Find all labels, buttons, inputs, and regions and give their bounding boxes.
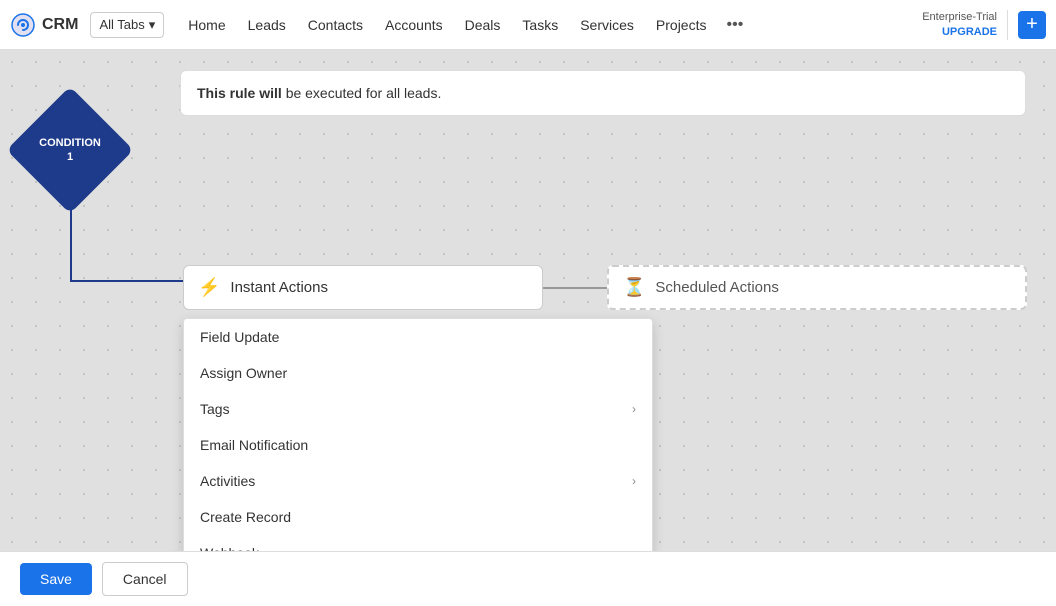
- info-text-bold: This rule will: [197, 85, 282, 101]
- instant-actions-box[interactable]: ⚡ Instant Actions: [183, 265, 543, 310]
- field-update-label: Field Update: [200, 329, 279, 345]
- email-notification-label: Email Notification: [200, 437, 308, 453]
- dropdown-item-webhook[interactable]: Webhook: [184, 535, 652, 551]
- nav-items: Home Leads Contacts Accounts Deals Tasks…: [178, 10, 918, 40]
- dropdown-item-create-record[interactable]: Create Record: [184, 499, 652, 535]
- scheduled-actions-box[interactable]: ⏳ Scheduled Actions: [607, 265, 1027, 310]
- nav-item-deals[interactable]: Deals: [455, 11, 511, 39]
- diamond-text: CONDITION 1: [20, 100, 120, 200]
- all-tabs-button[interactable]: All Tabs ▾: [90, 12, 164, 38]
- all-tabs-label: All Tabs: [99, 17, 144, 32]
- hourglass-icon: ⏳: [623, 277, 645, 298]
- dropdown-item-field-update[interactable]: Field Update: [184, 319, 652, 355]
- condition-diamond: CONDITION 1: [20, 100, 120, 200]
- chevron-down-icon: ▾: [149, 17, 156, 33]
- main-area: CONDITION 1 This rule will be executed f…: [0, 50, 1056, 606]
- dropdown-item-tags[interactable]: Tags ›: [184, 391, 652, 427]
- navbar: CRM All Tabs ▾ Home Leads Contacts Accou…: [0, 0, 1056, 50]
- nav-divider: [1007, 10, 1008, 40]
- nav-item-contacts[interactable]: Contacts: [298, 11, 373, 39]
- tags-label: Tags: [200, 401, 230, 417]
- enterprise-trial-label: Enterprise-Trial: [922, 10, 997, 24]
- crm-logo-icon: [10, 12, 36, 38]
- dropdown-item-activities[interactable]: Activities ›: [184, 463, 652, 499]
- nav-item-leads[interactable]: Leads: [238, 11, 296, 39]
- crm-logo-text: CRM: [42, 16, 78, 34]
- enterprise-badge: Enterprise-Trial UPGRADE: [922, 10, 997, 39]
- dropdown-item-email-notification[interactable]: Email Notification: [184, 427, 652, 463]
- info-box: This rule will be executed for all leads…: [180, 70, 1026, 116]
- connector-horizontal: [70, 280, 190, 282]
- connector-to-scheduled: [543, 287, 608, 289]
- nav-item-accounts[interactable]: Accounts: [375, 11, 453, 39]
- activities-arrow-icon: ›: [632, 474, 636, 488]
- dropdown-menu: Field Update Assign Owner Tags › Email N…: [183, 318, 653, 551]
- nav-item-tasks[interactable]: Tasks: [512, 11, 568, 39]
- nav-right: Enterprise-Trial UPGRADE +: [922, 10, 1046, 40]
- activities-label: Activities: [200, 473, 255, 489]
- connector-vertical: [70, 205, 72, 280]
- condition-label: CONDITION: [39, 136, 101, 150]
- nav-item-projects[interactable]: Projects: [646, 11, 717, 39]
- canvas: CONDITION 1 This rule will be executed f…: [0, 50, 1056, 551]
- cancel-button[interactable]: Cancel: [102, 562, 188, 596]
- bottom-bar: Save Cancel: [0, 551, 1056, 606]
- nav-logo: CRM: [10, 12, 78, 38]
- info-text-rest: be executed for all leads.: [286, 85, 442, 101]
- instant-actions-label: Instant Actions: [230, 279, 328, 296]
- assign-owner-label: Assign Owner: [200, 365, 287, 381]
- condition-number: 1: [67, 150, 73, 164]
- nav-item-services[interactable]: Services: [570, 11, 644, 39]
- scheduled-actions-label: Scheduled Actions: [655, 279, 778, 296]
- nav-item-home[interactable]: Home: [178, 11, 235, 39]
- add-button[interactable]: +: [1018, 11, 1046, 39]
- dropdown-item-assign-owner[interactable]: Assign Owner: [184, 355, 652, 391]
- lightning-icon: ⚡: [198, 277, 220, 298]
- webhook-label: Webhook: [200, 545, 259, 551]
- create-record-label: Create Record: [200, 509, 291, 525]
- upgrade-link[interactable]: UPGRADE: [922, 25, 997, 39]
- tags-arrow-icon: ›: [632, 402, 636, 416]
- nav-more-button[interactable]: •••: [718, 10, 751, 40]
- save-button[interactable]: Save: [20, 563, 92, 595]
